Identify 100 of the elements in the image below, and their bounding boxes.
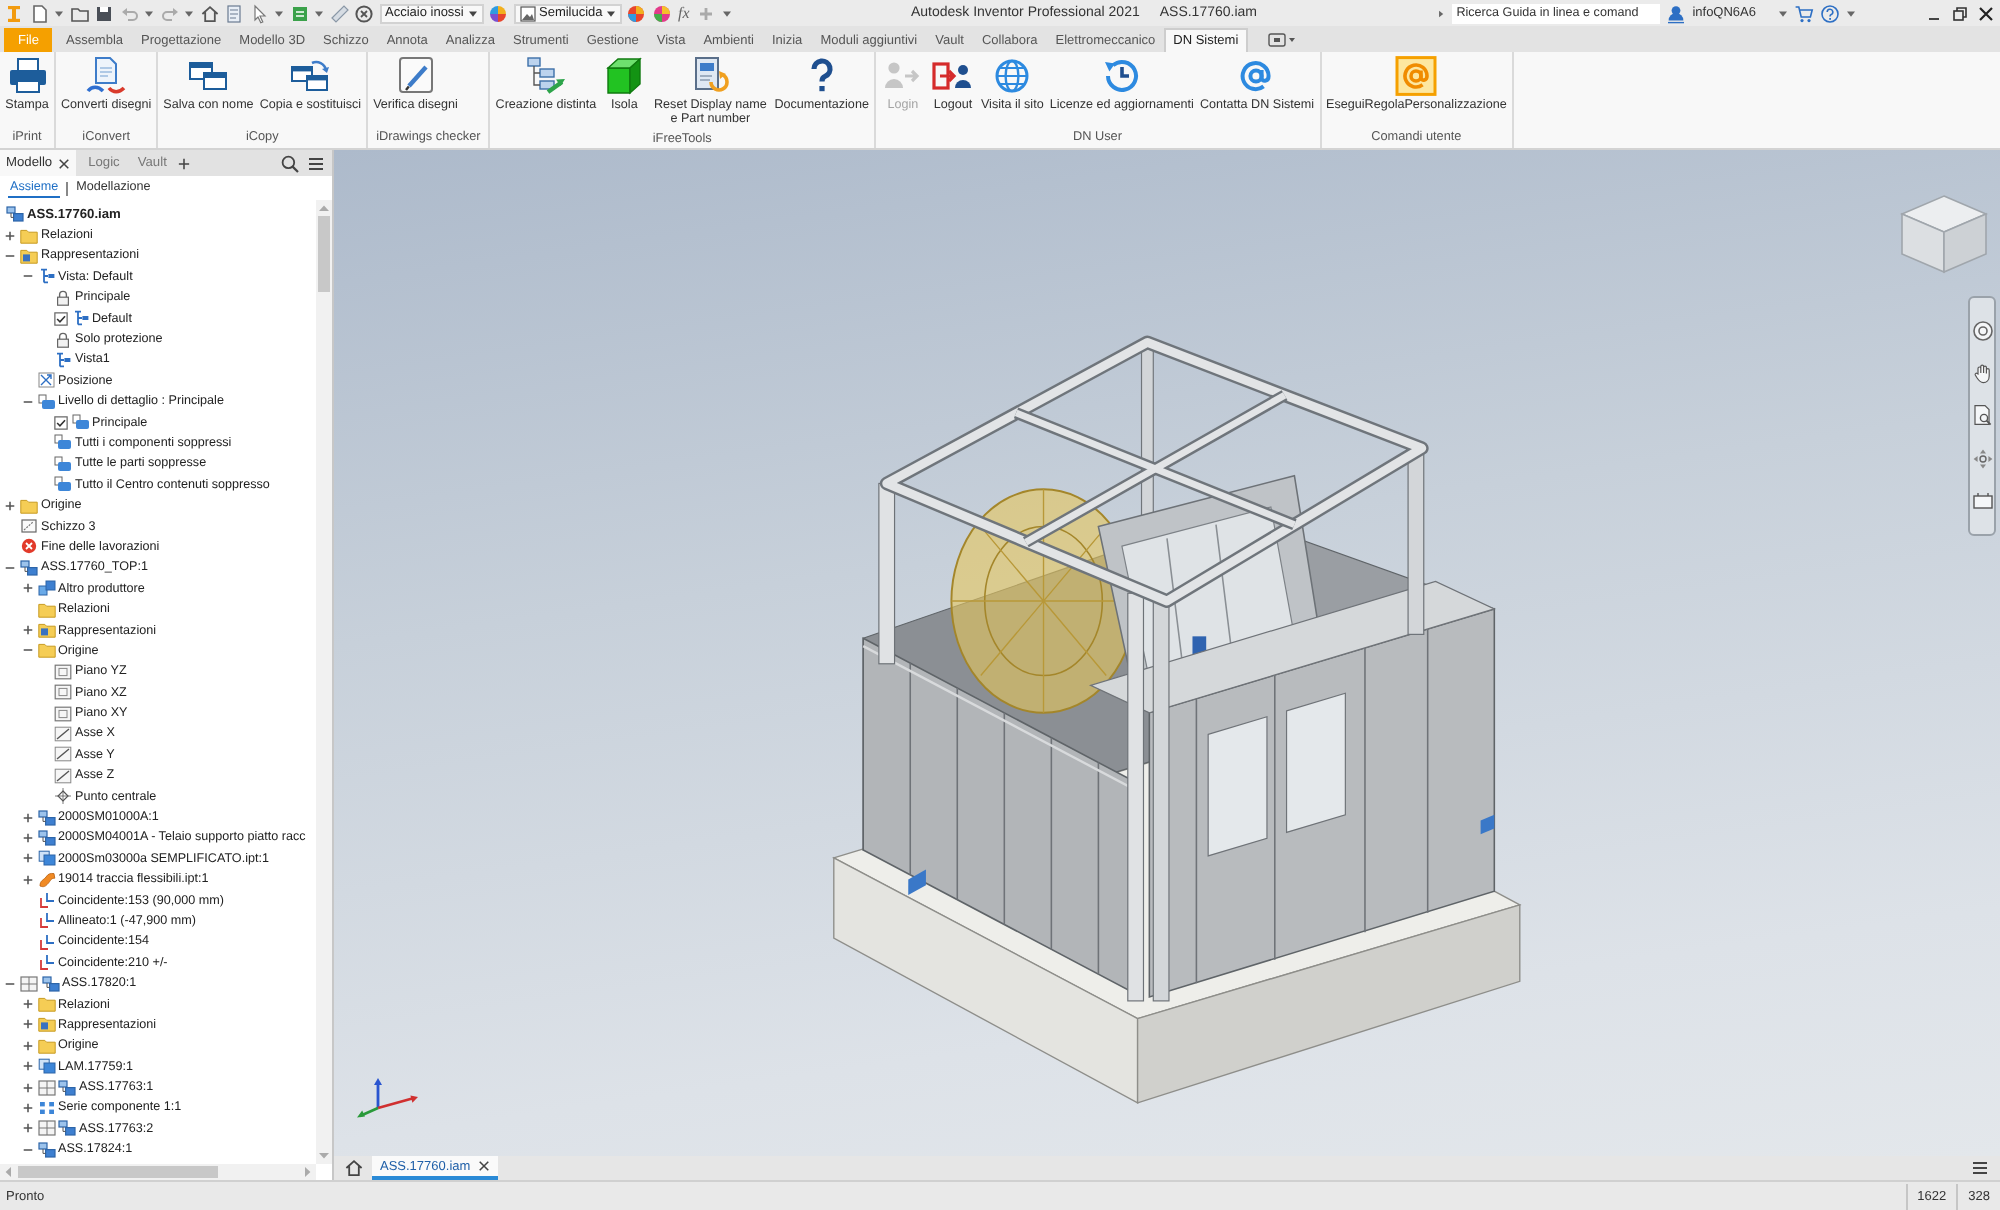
at-sign-tile-icon: [1394, 56, 1439, 96]
pan-icon[interactable]: [1971, 362, 1993, 385]
open-folder-icon[interactable]: [69, 3, 89, 23]
scrollbar-thumb[interactable]: [318, 216, 330, 292]
horizontal-scrollbar[interactable]: [0, 1164, 316, 1180]
blocks-icon: [54, 455, 72, 472]
folder-icon: [37, 642, 55, 659]
folder-icon: [20, 497, 38, 514]
caret-icon[interactable]: [144, 9, 154, 17]
expand-icon[interactable]: [21, 873, 33, 886]
expand-icon[interactable]: [21, 811, 33, 824]
assembly-icon: [20, 559, 38, 576]
checkbox[interactable]: [54, 415, 68, 430]
menu-icon[interactable]: [1970, 1158, 1990, 1178]
folder-icon: [37, 996, 55, 1013]
grid-badge-icon: [20, 975, 38, 992]
expand-icon[interactable]: [21, 1018, 33, 1031]
lock-icon: [54, 289, 72, 306]
expand-icon[interactable]: [4, 499, 16, 512]
search-icon[interactable]: [280, 153, 300, 173]
color-sphere-icon[interactable]: [626, 3, 646, 23]
caret-icon: [467, 9, 478, 17]
hierarchy-arrow-icon: [523, 56, 568, 96]
assembly-icon: [37, 829, 55, 846]
color-wheel-icon[interactable]: [488, 3, 508, 23]
caret-icon[interactable]: [721, 9, 732, 17]
caret-icon[interactable]: [274, 9, 284, 17]
navigation-wheel-icon[interactable]: [1971, 320, 1993, 343]
orbit-icon[interactable]: [1971, 447, 1993, 470]
home-icon[interactable]: [199, 3, 219, 23]
look-at-icon[interactable]: [1971, 489, 1993, 512]
close-icon[interactable]: [58, 157, 71, 169]
cubes-icon: [37, 580, 55, 597]
collapse-icon[interactable]: [4, 977, 16, 990]
expand-icon[interactable]: [21, 998, 33, 1011]
folder-icon: [20, 227, 38, 244]
collapse-icon[interactable]: [4, 561, 16, 574]
expand-icon[interactable]: [21, 624, 33, 636]
menu-icon[interactable]: [306, 153, 326, 173]
grid-badge-icon: [37, 1120, 55, 1137]
home-icon[interactable]: [344, 1158, 364, 1178]
caret-icon[interactable]: [1778, 9, 1788, 17]
assembly-icon: [58, 1120, 76, 1137]
close-icon[interactable]: [1976, 3, 1996, 23]
zoom-icon[interactable]: [1971, 404, 1993, 427]
expand-icon[interactable]: [21, 852, 33, 865]
caret-icon[interactable]: [184, 9, 194, 17]
expand-icon[interactable]: [21, 1101, 33, 1114]
checkbox[interactable]: [54, 311, 68, 326]
clock-refresh-icon: [1099, 56, 1144, 96]
assembly-icon: [58, 1079, 76, 1096]
save-icon[interactable]: [94, 3, 114, 23]
tree-branch-icon: [37, 268, 55, 285]
close-icon[interactable]: [478, 1160, 491, 1172]
collapse-icon[interactable]: [4, 249, 16, 262]
caret-icon[interactable]: [54, 9, 64, 17]
color-sphere-icon[interactable]: [651, 3, 671, 23]
caret-icon[interactable]: [314, 9, 324, 17]
expand-icon[interactable]: [21, 1039, 33, 1052]
arrows-icon: [37, 372, 55, 389]
cart-icon[interactable]: [1794, 3, 1814, 23]
sheet-icon[interactable]: [289, 3, 309, 23]
pointer-icon[interactable]: [249, 3, 269, 23]
constraint-icon: [37, 954, 55, 971]
collapse-icon[interactable]: [21, 395, 33, 408]
help-icon[interactable]: [1820, 3, 1840, 23]
constraint-icon: [37, 892, 55, 909]
collapse-icon[interactable]: [21, 1143, 33, 1156]
folder-badge-icon: [20, 247, 38, 264]
axis-icon: [54, 725, 72, 742]
scrollbar-thumb[interactable]: [18, 1166, 218, 1178]
restore-icon[interactable]: [1950, 3, 1970, 23]
expand-icon[interactable]: [21, 831, 33, 844]
point-icon: [54, 788, 72, 805]
expand-icon[interactable]: [21, 1060, 33, 1073]
caret-icon[interactable]: [1846, 9, 1856, 17]
dot-grid-icon: [37, 1099, 55, 1116]
formula-button[interactable]: fx: [676, 3, 692, 23]
user-icon[interactable]: [1666, 3, 1687, 23]
expand-icon[interactable]: [21, 1081, 33, 1094]
collapse-icon[interactable]: [21, 644, 33, 657]
vertical-scrollbar[interactable]: [316, 200, 332, 1164]
sketch-icon: [20, 518, 38, 535]
part-icon: [37, 850, 55, 867]
axis-icon: [54, 767, 72, 784]
add-icon[interactable]: [178, 157, 191, 169]
cancel-icon[interactable]: [354, 3, 374, 23]
collapse-icon[interactable]: [21, 270, 33, 283]
blocks-icon: [71, 414, 89, 431]
logout-icon: [930, 56, 975, 96]
part-icon: [37, 1058, 55, 1075]
grid-badge-icon: [37, 1079, 55, 1096]
expand-icon[interactable]: [4, 229, 16, 242]
expand-icon[interactable]: [21, 582, 33, 595]
expand-icon[interactable]: [21, 1122, 33, 1135]
caret-icon: [606, 9, 617, 17]
constraint-icon: [37, 933, 55, 950]
lock-icon: [54, 331, 72, 348]
panel-toggle-icon[interactable]: [1267, 32, 1296, 48]
axis-icon: [54, 746, 72, 763]
